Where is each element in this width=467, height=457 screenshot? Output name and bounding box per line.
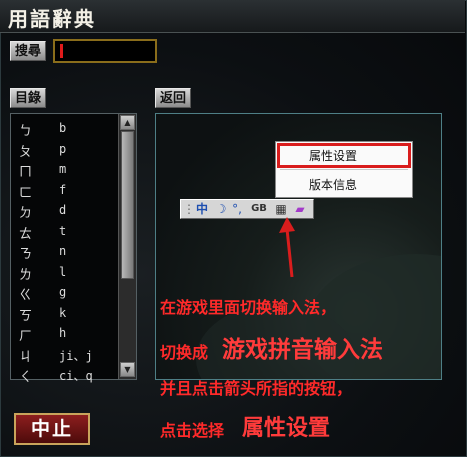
bopomofo-symbol: ㄉ [19,206,33,221]
menu-separator [280,169,408,170]
arrow-icon [279,217,295,278]
list-item[interactable]: ㄆp [11,139,117,160]
list-item[interactable]: ㄌl [11,262,117,283]
pinyin-text: ji、j [59,348,93,363]
list-scrollbar[interactable]: ▲ ▼ [118,114,136,379]
scroll-down-icon[interactable]: ▼ [120,362,135,377]
gb-icon[interactable]: GB [248,201,270,217]
bopomofo-symbol: ㄋ [19,247,33,262]
index-button[interactable]: 目錄 [10,88,47,108]
list-item[interactable]: ㄍg [11,282,117,303]
bopomofo-symbol: ㄍ [19,288,33,303]
list-item[interactable]: ㄊt [11,221,117,242]
window-title: 用語辭典 [8,7,96,31]
bopomofo-symbol: ㄅ [19,124,33,139]
list-item[interactable]: ㄅb [11,118,117,139]
annotation-properties: 属性设置 [242,416,331,441]
bopomofo-symbol: ㄊ [19,226,33,242]
pinyin-text: g [59,285,67,299]
stop-button[interactable]: 中止 [14,413,90,445]
scroll-up-icon[interactable]: ▲ [120,115,135,130]
bopomofo-symbol: ㄇ [19,165,33,180]
search-input[interactable] [53,39,157,63]
bopomofo-symbol: ㄑ [19,370,33,385]
annotation-line-3: 并且点击箭头所指的按钮， [160,379,353,398]
highlight-box [277,143,411,168]
pinyin-text: ci、q [59,369,93,383]
pinyin-text: d [59,203,67,217]
pinyin-text: p [59,141,67,156]
annotation-line-1: 在游戏里面切换输入法， [160,298,337,317]
text-caret [60,44,63,58]
annotation-line-2-prefix: 切换成 [160,343,209,362]
list-item[interactable]: ㄎk [11,303,117,324]
bopomofo-symbol: ㄎ [19,308,33,324]
list-item[interactable]: ㄐ ji、j [11,344,117,365]
pinyin-text: k [59,305,67,320]
search-button[interactable]: 搜尋 [10,41,47,61]
back-button[interactable]: 返回 [155,88,192,108]
pinyin-text: h [59,326,67,340]
bopomofo-symbol: ㄌ [19,267,33,283]
annotation-ime-name: 游戏拼音输入法 [222,337,383,363]
scroll-thumb[interactable] [121,131,134,279]
ime-logo-icon[interactable]: 中 [192,201,212,217]
pinyin-text: t [59,223,67,238]
pinyin-text: m [59,162,67,176]
pinyin-text: f [59,182,67,197]
punctuation-icon[interactable]: °, [230,201,244,217]
pinyin-text: b [59,121,67,135]
bopomofo-symbol: ㄈ [19,185,33,201]
bopomofo-symbol: ㄆ [19,144,33,160]
bopomofo-symbol: ㄐ [19,349,33,365]
title-bar: 用語辭典 [0,0,465,33]
list-item[interactable]: ㄏh [11,323,117,344]
pinyin-text: n [59,244,67,258]
bopomofo-symbol: ㄏ [19,329,33,344]
list-item[interactable]: ㄉd [11,200,117,221]
grip-icon: ⋮ [183,202,195,216]
phonetic-list: ㄅ b ㄆ p ㄇ m ㄈ f ㄉ d ㄊ t ㄋ n ㄌ l ㄍ g ㄎ k ㄏ h ㄐ ji、j ㄑ ci、q ▲ ▼ [10,113,137,385]
menu-item-version[interactable]: 版本信息 [276,174,412,196]
pinyin-text: l [59,264,67,279]
moon-icon[interactable]: ☽ [214,201,228,217]
list-item[interactable]: ㄈf [11,180,117,201]
annotation-line-4-prefix: 点击选择 [160,421,225,440]
list-item[interactable]: ㄋn [11,241,117,262]
list-item[interactable]: ㄑ ci、q [11,364,117,385]
list-item[interactable]: ㄇm [11,159,117,180]
